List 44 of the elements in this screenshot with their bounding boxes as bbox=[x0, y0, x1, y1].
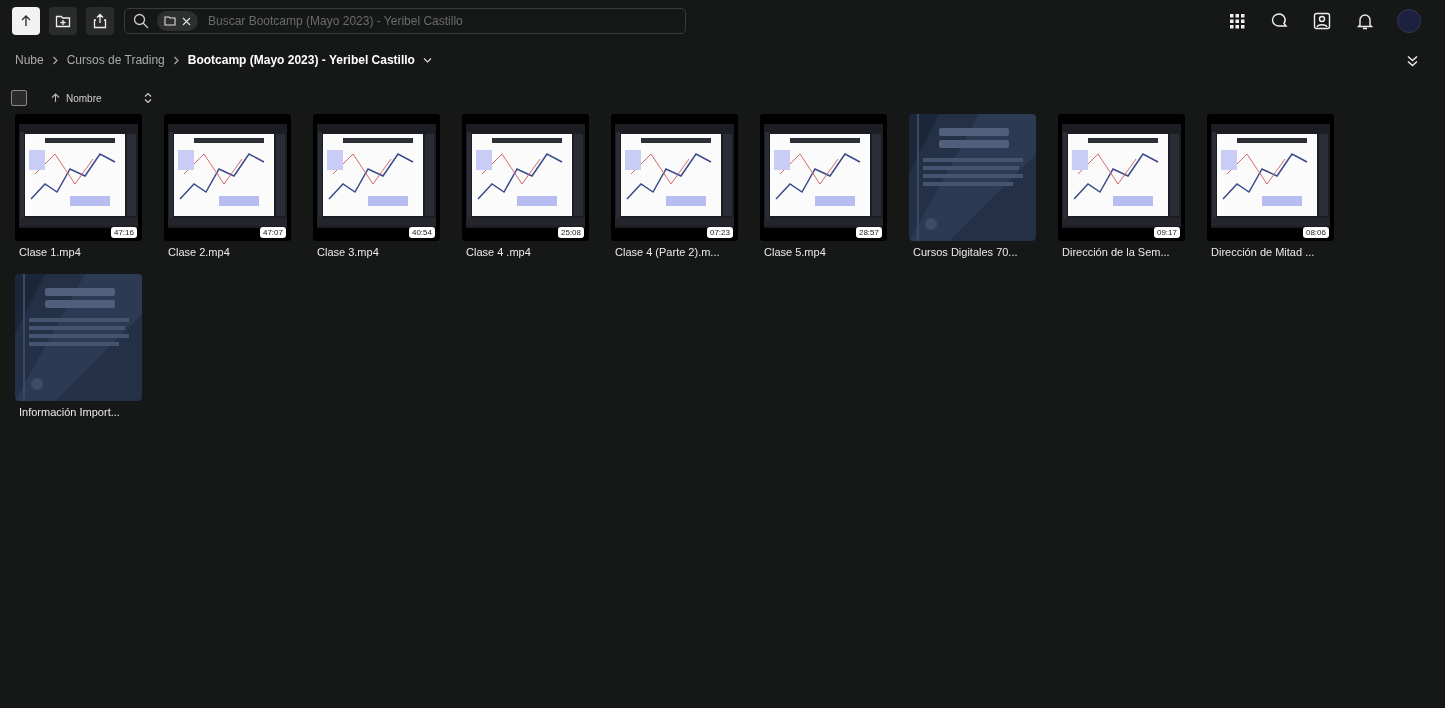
search-icon bbox=[133, 13, 149, 29]
bell-icon[interactable] bbox=[1356, 12, 1374, 30]
contact-icon[interactable] bbox=[1313, 12, 1331, 30]
new-folder-button[interactable] bbox=[49, 7, 77, 35]
select-all-checkbox[interactable] bbox=[11, 90, 27, 106]
upload-button[interactable] bbox=[12, 7, 40, 35]
breadcrumb-link[interactable]: Cursos de Trading bbox=[66, 53, 165, 67]
file-name[interactable]: Clase 4 (Parte 2).m... bbox=[611, 246, 738, 258]
sort-toggle-icon[interactable] bbox=[143, 92, 152, 104]
search-input[interactable]: Buscar Bootcamp (Mayo 2023) - Yeribel Castillo bbox=[206, 13, 677, 29]
folder-filter-chip[interactable] bbox=[157, 11, 198, 31]
chat-icon[interactable] bbox=[1270, 12, 1288, 30]
duration-badge: 47:16 bbox=[110, 227, 137, 238]
file-name[interactable]: Clase 2.mp4 bbox=[164, 246, 291, 258]
file-name[interactable]: Dirección de Mitad ... bbox=[1207, 246, 1334, 258]
file-name[interactable]: Cursos Digitales 70... bbox=[909, 246, 1036, 258]
duration-badge: 25:08 bbox=[557, 227, 584, 238]
duration-badge: 40:54 bbox=[408, 227, 435, 238]
file-name[interactable]: Clase 3.mp4 bbox=[313, 246, 440, 258]
apps-grid-icon[interactable] bbox=[1229, 13, 1245, 29]
breadcrumb-link[interactable]: Bootcamp (Mayo 2023) - Yeribel Castillo bbox=[187, 53, 415, 67]
file-name[interactable]: Dirección de la Sem... bbox=[1058, 246, 1185, 258]
duration-badge: 09:17 bbox=[1153, 227, 1180, 238]
close-icon[interactable] bbox=[182, 16, 191, 26]
chevron-right-icon bbox=[51, 55, 59, 65]
arrow-up-icon bbox=[51, 93, 60, 103]
breadcrumb-link[interactable]: Nube bbox=[15, 53, 44, 67]
chevron-right-icon bbox=[172, 55, 180, 65]
duration-badge: 47:07 bbox=[259, 227, 286, 238]
folder-plus-icon bbox=[55, 13, 71, 29]
share-button[interactable] bbox=[86, 7, 114, 35]
sort-button[interactable]: Nombre bbox=[51, 92, 102, 104]
file-name[interactable]: Clase 5.mp4 bbox=[760, 246, 887, 258]
duration-badge: 08:06 bbox=[1302, 227, 1329, 238]
folder-icon bbox=[164, 16, 176, 26]
search-bar[interactable]: Buscar Bootcamp (Mayo 2023) - Yeribel Castillo bbox=[124, 8, 686, 34]
file-name[interactable]: Información Import... bbox=[15, 406, 142, 418]
arrow-up-icon bbox=[19, 14, 33, 28]
file-name[interactable]: Clase 1.mp4 bbox=[15, 246, 142, 258]
file-name[interactable]: Clase 4 .mp4 bbox=[462, 246, 589, 258]
duration-badge: 28:57 bbox=[855, 227, 882, 238]
duration-badge: 07:23 bbox=[706, 227, 733, 238]
share-icon bbox=[92, 13, 108, 29]
chevron-down-icon[interactable] bbox=[422, 56, 432, 64]
